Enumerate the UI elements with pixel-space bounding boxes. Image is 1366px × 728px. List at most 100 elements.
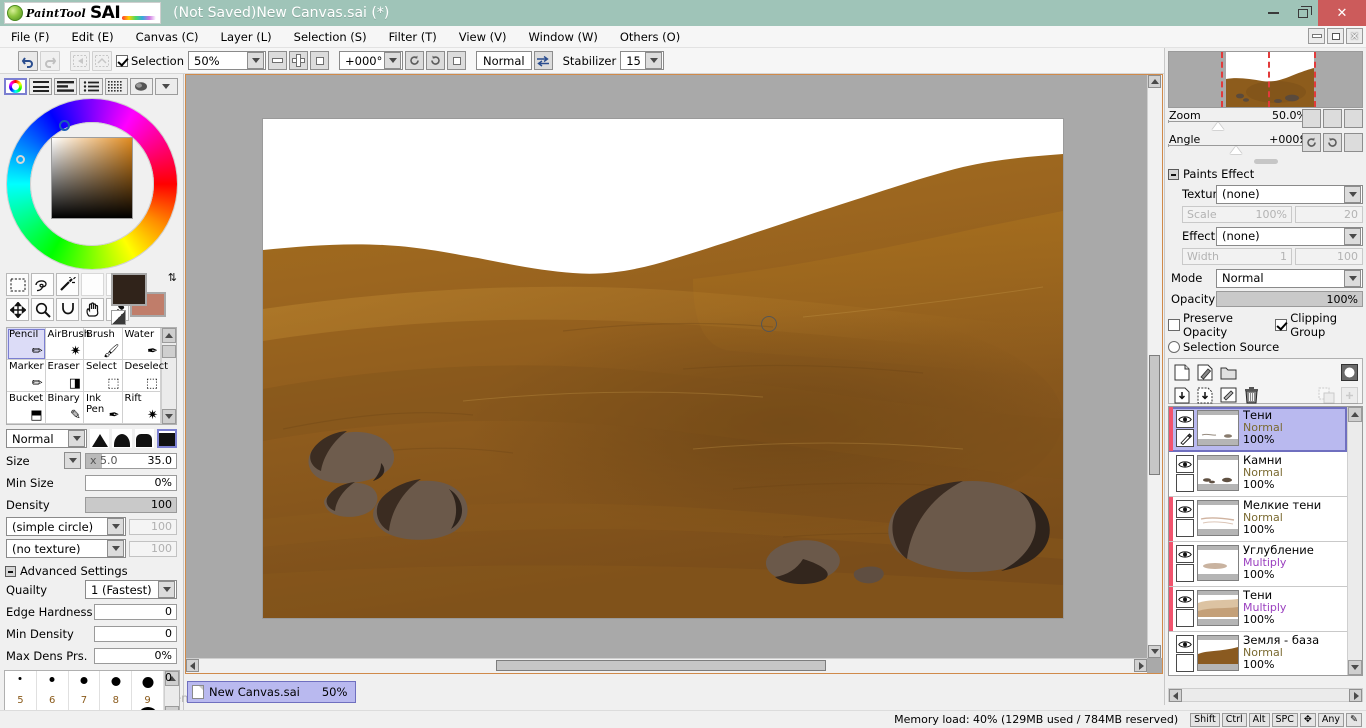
lock-icon[interactable] bbox=[1176, 474, 1194, 492]
brush-brush[interactable]: Brush 🖌 bbox=[84, 328, 123, 360]
zoom-reset-button[interactable] bbox=[310, 51, 329, 70]
foreground-color-swatch[interactable] bbox=[111, 273, 147, 306]
eye-icon[interactable] bbox=[1176, 635, 1194, 653]
layer-row-uglublenie[interactable]: Углубление Multiply 100% bbox=[1169, 542, 1347, 587]
brush-water[interactable]: Water ✒ bbox=[123, 328, 162, 360]
blend-mode-combo[interactable]: Normal bbox=[6, 429, 87, 448]
rotate-reset-button[interactable] bbox=[447, 51, 466, 70]
layer-list-scrollbar[interactable] bbox=[1347, 407, 1362, 675]
scroll-up-icon[interactable] bbox=[1148, 75, 1161, 88]
window-close-button[interactable]: ✕ bbox=[1318, 0, 1366, 26]
scroll-left-icon[interactable] bbox=[186, 659, 199, 672]
lasso-icon[interactable] bbox=[31, 273, 54, 296]
zoom-combo[interactable]: 50% bbox=[188, 51, 266, 70]
horizontal-scroll-thumb[interactable] bbox=[496, 660, 826, 671]
color-wheel-mode-button[interactable] bbox=[4, 78, 27, 95]
scroll-left-icon[interactable] bbox=[1169, 689, 1182, 702]
nav-zoom-out-button[interactable] bbox=[1302, 109, 1321, 128]
rotate-icon[interactable] bbox=[56, 298, 79, 321]
scroll-down-icon[interactable] bbox=[1148, 645, 1161, 658]
swatch-grid-mode-button[interactable] bbox=[105, 78, 128, 95]
chevron-down-icon[interactable] bbox=[384, 52, 401, 69]
brush-rift[interactable]: Rift ✷ bbox=[123, 392, 162, 424]
redo-button[interactable] bbox=[40, 51, 60, 71]
rgb-slider-mode-button[interactable] bbox=[29, 78, 52, 95]
nav-rotate-ccw-button[interactable] bbox=[1302, 133, 1321, 152]
scroll-up-icon[interactable] bbox=[162, 328, 176, 343]
hue-marker[interactable] bbox=[59, 120, 70, 131]
artwork-canvas[interactable] bbox=[263, 119, 1063, 618]
brush-shape-bell[interactable] bbox=[112, 429, 131, 448]
nav-zoom-in-button[interactable] bbox=[1323, 109, 1342, 128]
rect-select-icon[interactable] bbox=[6, 273, 29, 296]
brush-airbrush[interactable]: AirBrush ✷ bbox=[46, 328, 85, 360]
clear-layer-icon[interactable] bbox=[1218, 385, 1238, 405]
brush-eraser[interactable]: Eraser ◨ bbox=[46, 360, 85, 392]
selection-checkbox[interactable] bbox=[116, 55, 128, 67]
advanced-settings-header[interactable]: Advanced Settings bbox=[0, 561, 183, 580]
new-folder-icon[interactable] bbox=[1218, 362, 1238, 382]
brush-marker[interactable]: Marker ✏ bbox=[7, 360, 46, 392]
menu-selection[interactable]: Selection (S) bbox=[283, 28, 378, 46]
pencil-icon[interactable] bbox=[1176, 429, 1194, 447]
layer-opacity-slider[interactable]: 100% bbox=[1216, 291, 1363, 307]
canvas-vertical-scrollbar[interactable] bbox=[1147, 75, 1162, 658]
scroll-right-icon[interactable] bbox=[1349, 689, 1362, 702]
paints-effect-combo[interactable]: (none) bbox=[1216, 227, 1363, 246]
scroll-up-icon[interactable] bbox=[1348, 407, 1362, 422]
color-wheel-widget[interactable] bbox=[7, 99, 177, 269]
color-panel-menu-button[interactable] bbox=[155, 78, 178, 95]
chevron-down-icon[interactable] bbox=[1344, 186, 1361, 203]
selection-source-radio[interactable] bbox=[1168, 341, 1180, 353]
right-panel-horizontal-scrollbar[interactable] bbox=[1168, 688, 1363, 702]
eye-icon[interactable] bbox=[1176, 590, 1194, 608]
window-minimize-button[interactable] bbox=[1258, 0, 1288, 26]
window-restore-button[interactable] bbox=[1288, 0, 1318, 26]
hsv-slider-mode-button[interactable] bbox=[54, 78, 77, 95]
chevron-down-icon[interactable] bbox=[1344, 270, 1361, 287]
eye-icon[interactable] bbox=[1176, 500, 1194, 518]
size-slider[interactable]: x 5.0 35.0 bbox=[85, 453, 177, 469]
min-density-slider[interactable]: 0 bbox=[94, 626, 177, 642]
undo-button[interactable] bbox=[18, 51, 38, 71]
eye-icon[interactable] bbox=[1176, 455, 1194, 473]
chevron-down-icon[interactable] bbox=[247, 52, 264, 69]
menu-edit[interactable]: Edit (E) bbox=[61, 28, 125, 46]
brush-inkpen[interactable]: Ink Pen ✒ bbox=[84, 392, 123, 424]
view-mode-box[interactable]: Normal bbox=[476, 51, 532, 70]
layer-list[interactable]: Тени Normal 100% Камни bbox=[1168, 406, 1363, 676]
zoom-out-button[interactable] bbox=[268, 51, 287, 70]
layer-row-kamni[interactable]: Камни Normal 100% bbox=[1169, 452, 1347, 497]
merge-clip-icon[interactable] bbox=[1316, 385, 1336, 405]
brush-shape-trapezoid[interactable] bbox=[135, 429, 154, 448]
brush-shape-combo[interactable]: (simple circle) bbox=[6, 517, 126, 536]
brush-pencil[interactable]: Pencil ✏ bbox=[7, 328, 46, 360]
magic-wand-icon[interactable] bbox=[56, 273, 79, 296]
paints-texture-combo[interactable]: (none) bbox=[1216, 185, 1363, 204]
flip-vertical-button[interactable] bbox=[92, 51, 112, 71]
collapse-icon[interactable] bbox=[5, 566, 16, 577]
chevron-down-icon[interactable] bbox=[107, 540, 124, 557]
move-icon[interactable] bbox=[6, 298, 29, 321]
menu-layer[interactable]: Layer (L) bbox=[210, 28, 283, 46]
layer-row-teni-multiply[interactable]: Тени Multiply 100% bbox=[1169, 587, 1347, 632]
nav-zoom-reset-button[interactable] bbox=[1344, 109, 1363, 128]
scroll-right-icon[interactable] bbox=[1134, 659, 1147, 672]
collapse-icon[interactable] bbox=[1168, 169, 1179, 180]
menu-view[interactable]: View (V) bbox=[448, 28, 518, 46]
swap-view-button[interactable] bbox=[534, 51, 553, 70]
tool-empty-slot-1[interactable] bbox=[81, 273, 104, 296]
angle-slider-knob[interactable] bbox=[1230, 146, 1242, 154]
menu-file[interactable]: File (F) bbox=[0, 28, 61, 46]
canvas-horizontal-scrollbar[interactable] bbox=[186, 658, 1147, 673]
chevron-down-icon[interactable] bbox=[107, 518, 124, 535]
new-layer-icon[interactable] bbox=[1172, 362, 1192, 382]
delete-layer-icon[interactable] bbox=[1241, 385, 1261, 405]
quality-combo[interactable]: 1 (Fastest) bbox=[85, 580, 177, 599]
scroll-down-icon[interactable] bbox=[1348, 660, 1362, 675]
brush-texture-strength-slider[interactable]: 100 bbox=[129, 541, 177, 557]
chevron-down-icon[interactable] bbox=[645, 52, 662, 69]
scroll-down-icon[interactable] bbox=[162, 409, 176, 424]
lock-icon[interactable] bbox=[1176, 654, 1194, 672]
brush-deselect[interactable]: Deselect ⬚ bbox=[123, 360, 162, 392]
